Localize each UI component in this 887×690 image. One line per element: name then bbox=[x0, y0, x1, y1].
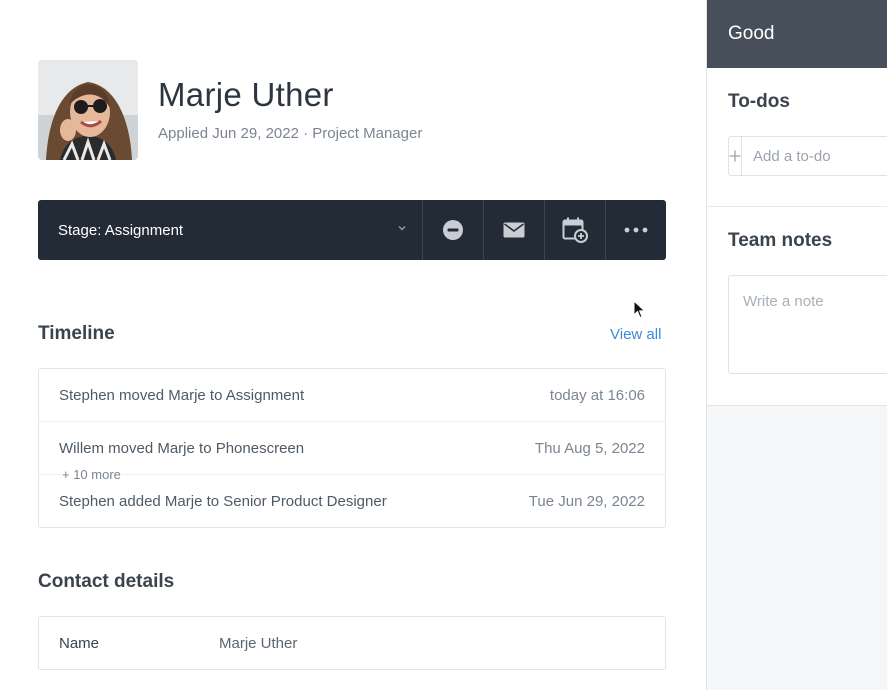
candidate-applied-info: Applied Jun 29, 2022 · Project Manager bbox=[158, 125, 423, 142]
timeline-item-date: Thu Aug 5, 2022 bbox=[534, 440, 645, 457]
view-all-link[interactable]: View all bbox=[610, 326, 661, 343]
sidebar-header-label: Good bbox=[728, 23, 775, 44]
disqualify-button[interactable] bbox=[422, 200, 483, 260]
timeline-item: Stephen moved Marje to Assignment today … bbox=[39, 369, 665, 422]
candidate-main-panel: Marje Uther Applied Jun 29, 2022 · Proje… bbox=[0, 0, 706, 690]
timeline-item-text: Willem moved Marje to Phonescreen bbox=[59, 440, 305, 457]
divider bbox=[707, 206, 887, 207]
contact-name-label: Name bbox=[59, 634, 100, 652]
timeline-list: Stephen moved Marje to Assignment today … bbox=[38, 368, 666, 528]
contact-row: Name Marje Uther bbox=[38, 616, 666, 670]
contact-details-title: Contact details bbox=[38, 571, 175, 592]
more-icon bbox=[624, 227, 648, 233]
email-button[interactable] bbox=[483, 200, 544, 260]
sidebar-header[interactable]: Good bbox=[707, 0, 887, 68]
timeline-item-date: Tue Jun 29, 2022 bbox=[528, 493, 645, 510]
disqualify-icon bbox=[443, 220, 463, 240]
add-todo-field bbox=[728, 136, 887, 176]
timeline-item: Willem moved Marje to Phonescreen Thu Au… bbox=[39, 422, 665, 475]
candidate-name: Marje Uther bbox=[158, 76, 334, 113]
todo-input[interactable] bbox=[742, 137, 887, 175]
stage-toolbar: Stage: Assignment bbox=[38, 200, 666, 260]
todos-title: To-dos bbox=[728, 91, 790, 112]
timeline-item-text: Stephen moved Marje to Assignment bbox=[59, 387, 305, 404]
chevron-down-icon bbox=[398, 225, 406, 231]
team-notes-title: Team notes bbox=[728, 230, 833, 251]
candidate-photo bbox=[38, 60, 138, 160]
timeline-title: Timeline bbox=[38, 323, 115, 344]
team-note-input[interactable] bbox=[728, 275, 887, 374]
email-icon bbox=[503, 222, 525, 238]
timeline-item: Stephen added Marje to Senior Product De… bbox=[39, 475, 665, 528]
mouse-cursor-icon bbox=[633, 300, 646, 319]
timeline-item-text: Stephen added Marje to Senior Product De… bbox=[59, 493, 387, 510]
show-more-link[interactable]: + 10 more bbox=[61, 467, 122, 482]
calendar-add-icon bbox=[562, 217, 588, 243]
stage-select[interactable]: Stage: Assignment bbox=[38, 200, 422, 260]
more-button[interactable] bbox=[605, 200, 666, 260]
stage-label: Stage: Assignment bbox=[58, 221, 184, 239]
contact-name-value: Marje Uther bbox=[219, 634, 298, 652]
candidate-avatar bbox=[38, 60, 138, 160]
schedule-button[interactable] bbox=[544, 200, 605, 260]
add-todo-button[interactable] bbox=[729, 137, 742, 175]
timeline-item-date: today at 16:06 bbox=[549, 387, 645, 404]
plus-icon bbox=[729, 150, 741, 162]
right-sidebar: Good To-dos Team notes bbox=[706, 0, 887, 690]
sidebar-panel: To-dos Team notes bbox=[707, 68, 887, 406]
